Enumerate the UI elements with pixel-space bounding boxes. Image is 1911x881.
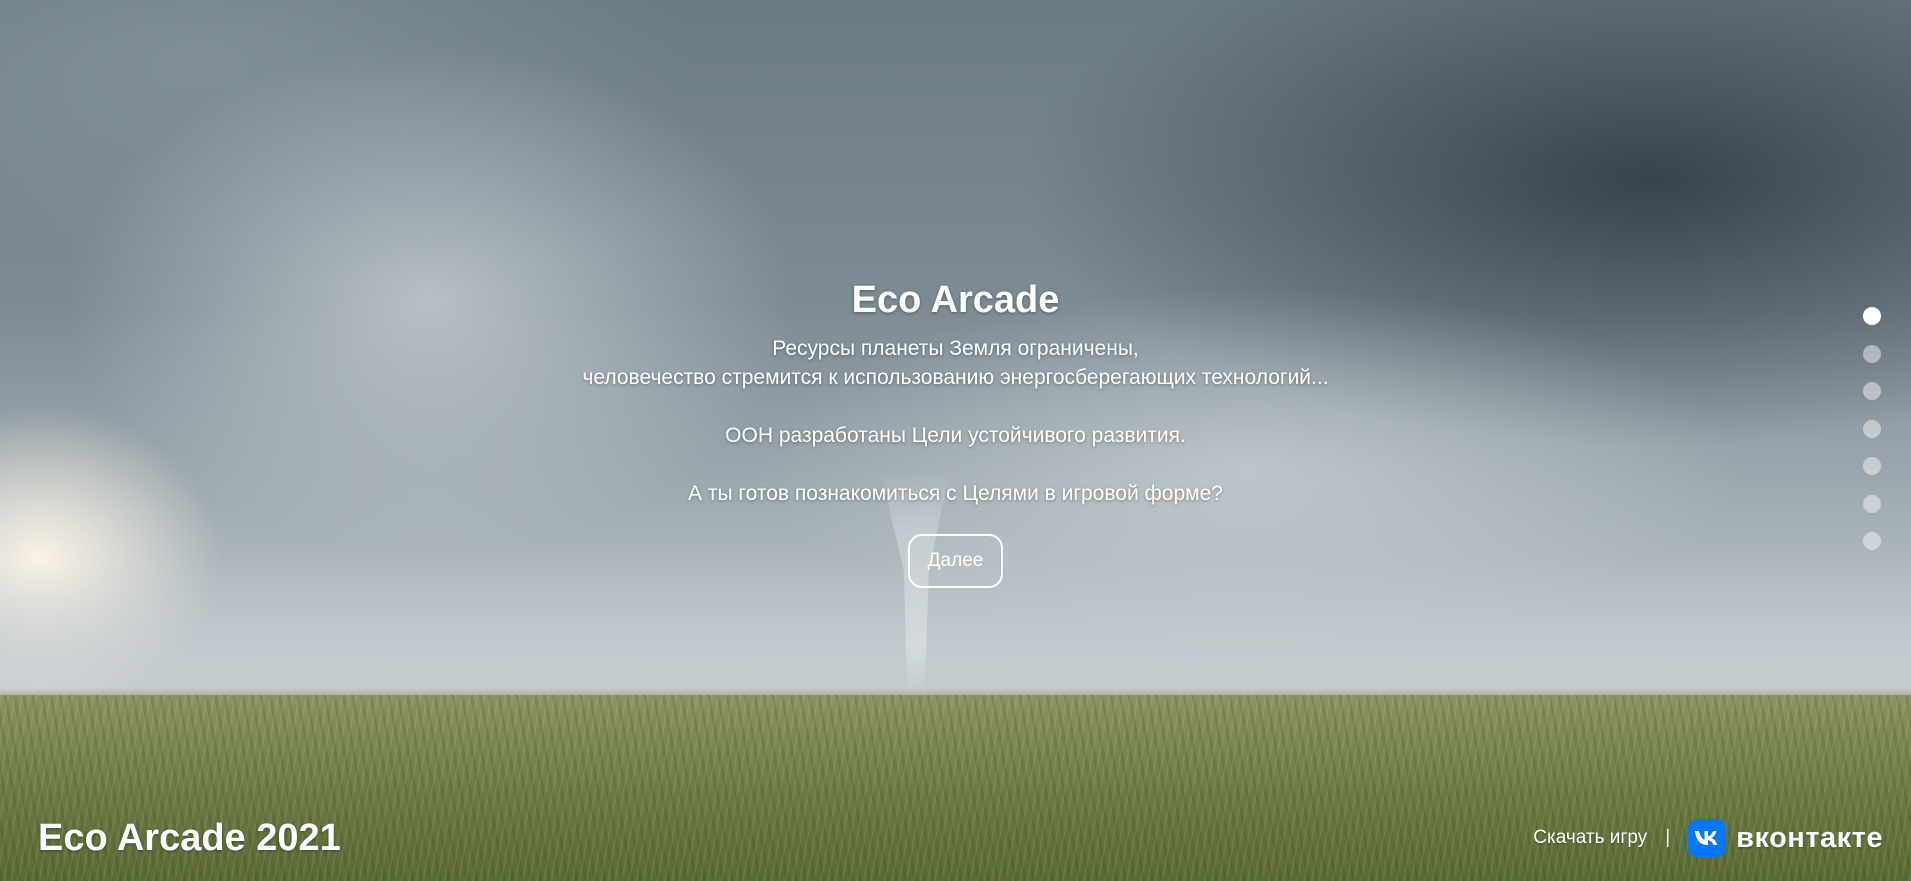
vk-logo-icon: [1688, 819, 1727, 857]
footer-divider: |: [1665, 827, 1671, 848]
landing-page: Eco Arcade Ресурсы планеты Земля огранич…: [0, 0, 1911, 881]
footer-brand: Eco Arcade 2021: [38, 817, 341, 859]
download-game-link[interactable]: Скачать игру: [1533, 827, 1647, 849]
footer-links: Скачать игру | вконтакте: [1533, 818, 1883, 858]
next-button[interactable]: Далее: [907, 534, 1004, 588]
vk-wordmark: вконтакте: [1736, 821, 1883, 854]
pagination-dot-3[interactable]: [1863, 382, 1881, 400]
pagination-dot-6[interactable]: [1863, 494, 1881, 513]
hero-line: ООН разработаны Цели устойчивого развити…: [725, 424, 1186, 447]
pagination-dot-4[interactable]: [1863, 419, 1881, 438]
hero-section: Eco Arcade Ресурсы планеты Земля огранич…: [0, 276, 1911, 588]
hero-title: Eco Arcade: [851, 279, 1060, 321]
vk-link[interactable]: вконтакте: [1688, 819, 1883, 857]
pagination-dot-7[interactable]: [1863, 532, 1881, 550]
pagination-dot-5[interactable]: [1863, 457, 1881, 475]
hero-description: Ресурсы планеты Земля ограничены, челове…: [0, 334, 1911, 508]
hero-line: человечество стремится к использованию э…: [582, 366, 1329, 389]
hero-line: Ресурсы планеты Земля ограничены,: [772, 337, 1139, 360]
slide-pagination: [1863, 307, 1883, 570]
hero-line: А ты готов познакомиться с Целями в игро…: [688, 482, 1223, 505]
pagination-dot-2[interactable]: [1863, 344, 1881, 363]
pagination-dot-1[interactable]: [1863, 307, 1881, 325]
